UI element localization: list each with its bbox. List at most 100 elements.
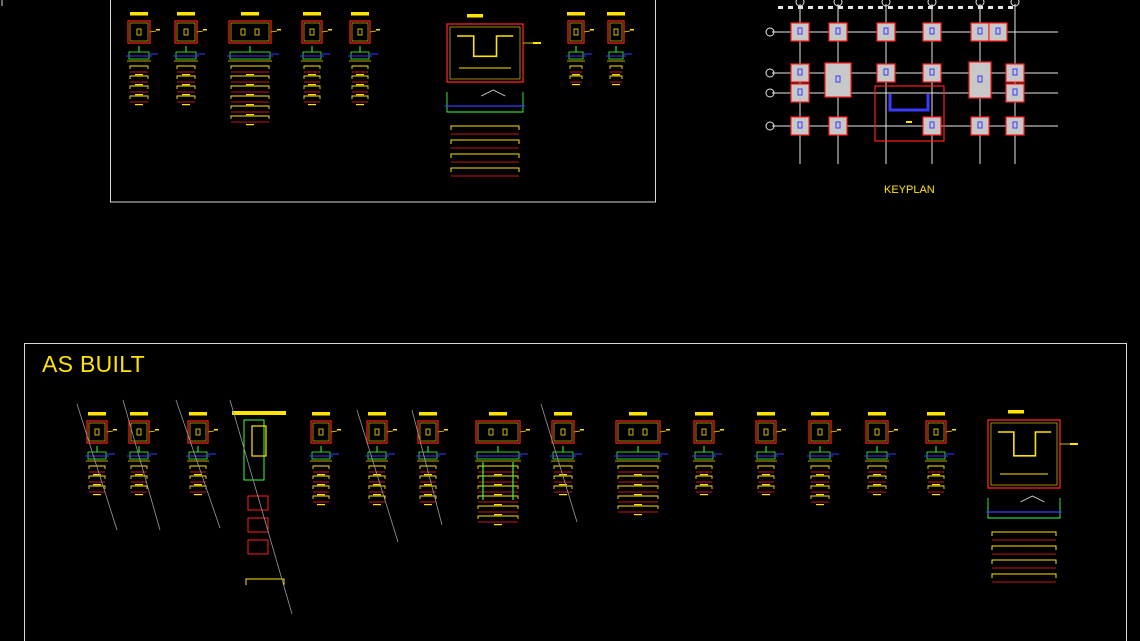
as-built-title: AS BUILT — [42, 351, 145, 377]
bar-label-mark — [135, 484, 143, 486]
bar-label-mark — [317, 494, 325, 496]
rebar-shape — [927, 465, 945, 469]
bar-label-mark — [194, 484, 202, 486]
keyplan-footing — [790, 116, 810, 136]
detail-title-bar — [629, 412, 647, 416]
bar-label-mark — [494, 484, 502, 486]
tick-mark — [798, 6, 803, 9]
tick-mark — [838, 6, 843, 9]
pedestal-mark — [613, 28, 619, 36]
section-cut-line — [540, 403, 578, 523]
footing-plan-inner — [477, 422, 519, 442]
pedestal-mark — [628, 428, 634, 436]
as-built-sheet-frame — [24, 343, 1127, 641]
rebar-shape — [130, 485, 148, 489]
rebar-shape — [368, 495, 386, 499]
rebar-shape — [569, 75, 583, 79]
note-mark — [155, 429, 159, 431]
detail-title-bar — [419, 412, 437, 416]
rebar-shape — [88, 475, 106, 479]
footing-plan-inner — [553, 422, 573, 442]
bar-label-mark — [932, 484, 940, 486]
detail-title-bar — [189, 412, 207, 416]
tick-mark — [778, 6, 783, 9]
bar-label-mark — [634, 494, 642, 496]
bar-label-mark — [700, 484, 708, 486]
footing-plan-inner — [810, 422, 830, 442]
bar-label-mark — [356, 74, 364, 76]
details-sheet — [1, 0, 656, 203]
bar-label-mark — [135, 494, 143, 496]
keyplan-footing — [922, 116, 942, 136]
tick-mark — [988, 6, 993, 9]
note-mark — [894, 429, 898, 431]
rebar-shape — [477, 465, 519, 469]
footing-plan-inner — [351, 22, 369, 42]
keyplan-pit-mark — [906, 121, 912, 123]
bar-label-mark — [932, 474, 940, 476]
rebar-shape — [810, 465, 830, 469]
rebar-shape — [617, 505, 659, 509]
rebar-shape — [303, 95, 321, 99]
tick-mark — [968, 6, 973, 9]
footing-plan-inner — [88, 422, 106, 442]
leader-line — [775, 430, 783, 433]
bar-label-mark — [612, 74, 620, 76]
tick-mark — [858, 6, 863, 9]
footing-plan-outline — [755, 420, 777, 444]
rebar-shape — [230, 95, 270, 99]
footing-plan-outline — [567, 20, 585, 44]
rebar-shape — [312, 485, 330, 489]
leader-line — [945, 430, 953, 433]
footing-plan-outline — [607, 20, 625, 44]
rebar-shape — [695, 465, 713, 469]
rebar-shape — [303, 75, 321, 79]
note-mark — [277, 29, 281, 31]
keyplan-footing — [970, 22, 990, 42]
bar-label-mark — [700, 494, 708, 496]
tick-mark — [878, 6, 883, 9]
note-mark — [720, 429, 724, 431]
bar-label-mark — [873, 474, 881, 476]
tick-mark — [918, 6, 923, 9]
bar-label-mark — [572, 84, 580, 86]
footing-plan-outline — [301, 20, 323, 44]
bar-label-mark — [816, 474, 824, 476]
keyplan-footing — [790, 83, 810, 103]
rebar-shape — [991, 531, 1057, 536]
pedestal-mark — [701, 428, 707, 436]
rebar-shape — [695, 485, 713, 489]
leader-line — [106, 430, 114, 433]
tick-mark — [998, 6, 1003, 9]
rebar-shape — [867, 465, 887, 469]
section-cut-line — [229, 399, 293, 615]
rebar-shape — [477, 495, 519, 499]
bar-label-mark — [700, 474, 708, 476]
rebar-shape — [569, 65, 583, 69]
bar-label-mark — [246, 74, 254, 76]
detail-title-bar — [368, 412, 386, 416]
rebar-shape — [129, 95, 149, 99]
footing-plan-outline — [865, 420, 889, 444]
footing-plan-outline — [174, 20, 198, 44]
pit-plan-outline — [446, 23, 524, 83]
detail-title-bar — [695, 412, 713, 416]
note-mark — [580, 429, 584, 431]
break-line — [1020, 495, 1045, 503]
bar-label-mark — [873, 494, 881, 496]
pedestal-mark — [933, 428, 939, 436]
rebar-shape — [419, 485, 437, 489]
bar-label-mark — [762, 484, 770, 486]
footing-plan-inner — [757, 422, 775, 442]
footing-plan-inner — [303, 22, 321, 42]
footing-plan-outline — [551, 420, 575, 444]
note-mark — [337, 429, 341, 431]
footing-plan-outline — [228, 20, 272, 44]
bar-label-mark — [194, 494, 202, 496]
footing-plan-outline — [615, 420, 661, 444]
bar-label-mark — [308, 94, 316, 96]
rebar-shape — [176, 65, 196, 69]
pedestal-mark — [240, 28, 246, 36]
note-mark — [393, 429, 397, 431]
rebar-shape — [129, 75, 149, 79]
